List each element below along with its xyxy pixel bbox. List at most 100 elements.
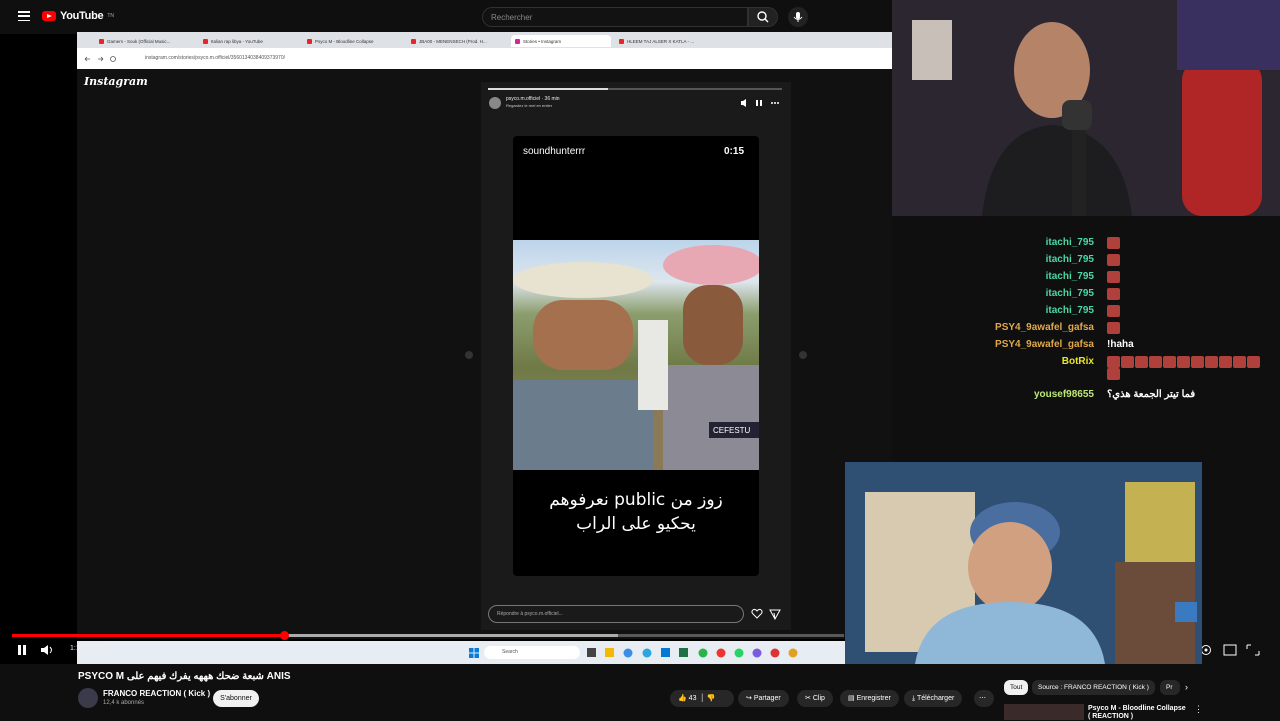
story-caption: زوز من public نعرفوهم يحكيو على الراب — [549, 490, 723, 534]
browser-tab[interactable]: Gamers - Souk (Official Music... — [95, 35, 195, 47]
youtube-logo-text: YouTube — [60, 10, 104, 22]
browser-tab-bar: Gamers - Souk (Official Music... Italian … — [77, 32, 892, 48]
chat-text: فما تيتر الجمعة هذي؟ — [1107, 389, 1272, 400]
chat-emote-icon — [1205, 356, 1218, 368]
progress-scrubber[interactable] — [280, 631, 290, 640]
like-dislike-button[interactable]: 👍 43 │ 👎 — [670, 690, 734, 707]
story-subtitle[interactable]: Regardez le reel en entier — [506, 103, 552, 108]
chat-username[interactable]: BotRix — [1062, 356, 1094, 367]
progress-played — [12, 634, 285, 637]
chat-emote-icon — [1107, 237, 1120, 249]
channel-avatar[interactable] — [78, 688, 98, 708]
chat-text — [1107, 322, 1272, 334]
story-username[interactable]: psyco.m.officiel · 36 min — [506, 96, 560, 102]
story-watermark: CEFESTU — [713, 426, 751, 435]
browser-tab[interactable]: Psyco M - Bloodline Collapse — [303, 35, 403, 47]
chat-emote-icon — [1107, 271, 1120, 283]
save-label: Enregistrer — [856, 695, 891, 702]
taskbar-search: Search — [484, 646, 580, 659]
chat-text — [1107, 237, 1272, 249]
chat-emote-icon — [1107, 356, 1120, 368]
chat-emote-icon — [1163, 356, 1176, 368]
chat-text — [1107, 288, 1272, 300]
search-icon — [757, 11, 769, 23]
chat-text: !haha — [1107, 339, 1272, 350]
fullscreen-icon — [1246, 644, 1260, 656]
chat-username[interactable]: itachi_795 — [1046, 271, 1094, 282]
story-reply-input[interactable]: Répondre à psyco.m.officiel... — [488, 605, 744, 623]
like-heart-icon — [751, 608, 763, 619]
chat-emote-icon — [1191, 356, 1204, 368]
share-icon: ↪ — [746, 695, 752, 702]
chat-username[interactable]: yousef98655 — [1034, 389, 1094, 400]
menu-icon[interactable] — [18, 11, 30, 21]
browser-tab[interactable]: Italian rap libya - YouTube — [199, 35, 299, 47]
chat-username[interactable]: itachi_795 — [1046, 305, 1094, 316]
channel-name[interactable]: FRANCO REACTION ( Kick ) — [103, 689, 210, 698]
taskbar-app-icons — [587, 648, 798, 658]
chat-username[interactable]: itachi_795 — [1046, 237, 1094, 248]
browser-tab[interactable]: HLEEM TAJ ALSER X KATLA - ... — [615, 35, 715, 47]
youtube-logo[interactable]: YouTube TN — [42, 10, 114, 22]
chat-emote-icon — [1107, 254, 1120, 266]
browser-tab[interactable]: Stories • Instagram — [511, 35, 611, 47]
story-photo: CEFESTU — [513, 240, 759, 470]
story-controls[interactable] — [740, 98, 782, 108]
thumbs-up-icon: 👍 — [678, 695, 687, 702]
related-thumbnail[interactable] — [1004, 704, 1084, 720]
search-input[interactable]: Rechercher — [482, 7, 748, 27]
related-title[interactable]: Psyco M - Bloodline Collapse ( REACTION … — [1088, 705, 1188, 721]
clip-button[interactable]: ✂ Clip — [797, 690, 833, 707]
video-title: PSYCO M شبعة ضحك هههه يفرك فيهم على ANIS — [78, 671, 291, 682]
story-next-button[interactable] — [799, 351, 807, 359]
chip-all[interactable]: Tout — [1004, 680, 1029, 695]
windows-start-icon — [469, 648, 479, 658]
chat-text — [1107, 356, 1272, 380]
more-icon: ⋯ — [979, 695, 986, 702]
story-avatar[interactable] — [489, 97, 501, 109]
reactor-webcam-image — [845, 462, 1202, 664]
tab-favicon-icon — [515, 38, 520, 44]
related-menu-icon[interactable]: ⋮ — [1194, 704, 1203, 715]
microphone-icon — [793, 12, 803, 22]
subscribe-button[interactable]: S'abonner — [213, 690, 259, 707]
chat-username[interactable]: itachi_795 — [1046, 254, 1094, 265]
more-actions-button[interactable]: ⋯ — [974, 690, 994, 707]
scissors-icon: ✂ — [805, 695, 811, 702]
chip-source[interactable]: Source : FRANCO REACTION ( Kick ) — [1032, 680, 1155, 695]
browser-tab[interactable]: JBA00 - MENENSECH (Prod. H... — [407, 35, 507, 47]
chevron-right-icon[interactable]: › — [1185, 682, 1188, 692]
download-button[interactable]: ⤓ Télécharger — [904, 690, 963, 707]
tab-favicon-icon — [411, 38, 416, 44]
browser-tab-label: Italian rap libya - YouTube — [211, 38, 263, 44]
chat-text — [1107, 254, 1272, 266]
chat-text — [1107, 271, 1272, 283]
browser-tab-label: HLEEM TAJ ALSER X KATLA - ... — [627, 38, 695, 44]
chat-emote-icon — [1107, 305, 1120, 317]
save-button[interactable]: ▤ Enregistrer — [840, 690, 899, 707]
mute-icon — [741, 99, 746, 107]
search-button[interactable] — [748, 7, 778, 27]
chip-more[interactable]: Pr — [1160, 680, 1180, 695]
chat-emote-icon — [1121, 356, 1134, 368]
tab-favicon-icon — [619, 38, 624, 44]
voice-search-button[interactable] — [788, 7, 808, 27]
subscriber-count: 12,4 k abonnés — [103, 700, 145, 706]
story-prev-button[interactable] — [465, 351, 473, 359]
like-count: 43 — [688, 695, 697, 702]
men-arguing-image: CEFESTU — [513, 245, 759, 470]
chat-emote-icon — [1177, 356, 1190, 368]
browser-tab-label: Stories • Instagram — [523, 38, 562, 44]
story-actions[interactable] — [751, 608, 783, 620]
chat-emote-icon — [1233, 356, 1246, 368]
sound-time: 0:15 — [724, 146, 745, 157]
share-button[interactable]: ↪ Partager — [738, 690, 789, 707]
webcam-bottom — [845, 462, 1202, 664]
share-label: Partager — [753, 695, 781, 702]
chat-username[interactable]: PSY4_9awafel_gafsa — [995, 339, 1094, 350]
chat-username[interactable]: PSY4_9awafel_gafsa — [995, 322, 1094, 333]
volume-icon[interactable] — [40, 644, 56, 656]
youtube-play-icon — [42, 11, 56, 21]
pause-button[interactable] — [16, 644, 28, 656]
chat-username[interactable]: itachi_795 — [1046, 288, 1094, 299]
